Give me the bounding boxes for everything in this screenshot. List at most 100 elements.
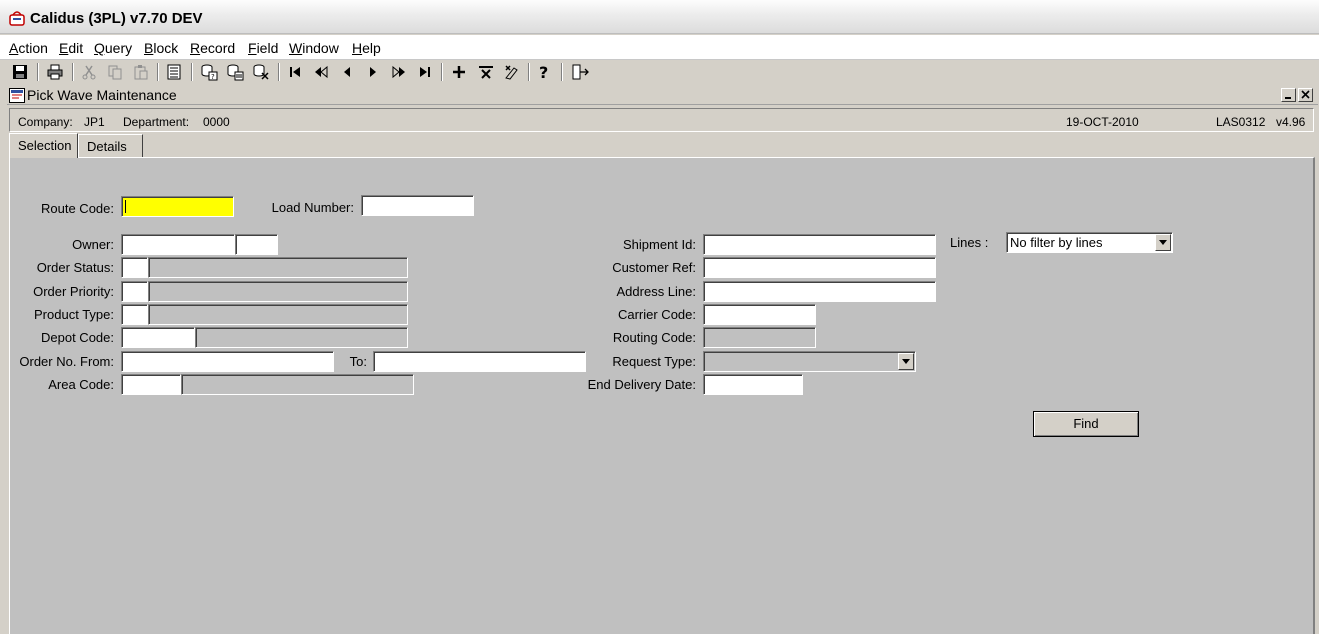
close-button[interactable]: [1298, 88, 1313, 102]
order-no-to-label: To:: [349, 354, 367, 369]
carrier-code-input[interactable]: [703, 304, 816, 325]
department-label: Department:: [123, 115, 190, 129]
svg-text:?: ?: [539, 64, 548, 80]
address-line-label: Address Line:: [616, 284, 697, 299]
menu-field[interactable]: Field: [248, 40, 278, 56]
routing-code-field: [703, 327, 816, 348]
toolbar-separator: [528, 63, 530, 81]
context-info-bar: Company: JP1 Department: 0000 19-OCT-201…: [9, 108, 1314, 132]
route-code-label: Route Code:: [41, 201, 114, 216]
cut-icon: [79, 62, 99, 82]
clear-record-icon[interactable]: [502, 62, 522, 82]
tab-selection-label: Selection: [18, 138, 72, 153]
copy-icon: [105, 62, 125, 82]
save-icon[interactable]: [10, 62, 30, 82]
product-type-description: [148, 304, 408, 325]
carrier-code-label: Carrier Code:: [617, 307, 696, 322]
svg-text:?: ?: [211, 73, 215, 81]
order-status-input[interactable]: [121, 257, 148, 278]
product-type-input[interactable]: [121, 304, 148, 325]
menu-window[interactable]: Window: [289, 40, 339, 56]
previous-set-icon[interactable]: [311, 62, 331, 82]
menu-action[interactable]: Action: [9, 40, 48, 56]
order-no-to-input[interactable]: [373, 351, 586, 372]
lines-filter-select[interactable]: No filter by lines: [1006, 232, 1173, 253]
tab-selection[interactable]: Selection: [9, 133, 78, 158]
lines-filter-dropdown-button[interactable]: [1155, 234, 1171, 251]
area-code-input[interactable]: [121, 374, 181, 395]
request-type-select[interactable]: [703, 351, 916, 372]
minimize-button[interactable]: [1281, 88, 1296, 102]
close-icon: [1301, 90, 1310, 99]
find-button[interactable]: Find: [1033, 411, 1139, 437]
tab-details[interactable]: Details: [78, 134, 143, 158]
module-code: LAS0312: [1216, 115, 1266, 129]
toolbar-separator: [441, 63, 443, 81]
area-code-description: [181, 374, 414, 395]
order-no-from-label: Order No. From:: [19, 354, 114, 369]
chevron-down-icon: [902, 359, 910, 364]
order-no-from-input[interactable]: [121, 351, 334, 372]
menu-edit[interactable]: Edit: [59, 40, 83, 56]
request-type-label: Request Type:: [612, 354, 696, 369]
menu-block[interactable]: Block: [144, 40, 178, 56]
minimize-icon: [1285, 97, 1291, 99]
next-record-icon[interactable]: [363, 62, 383, 82]
insert-record-icon[interactable]: [449, 62, 469, 82]
toolbar-separator: [157, 63, 159, 81]
owner-suffix-input[interactable]: [235, 234, 278, 255]
app-title: Calidus (3PL) v7.70 DEV: [30, 10, 203, 27]
order-status-description: [148, 257, 408, 278]
app-logo-icon: [9, 11, 25, 26]
menu-record[interactable]: Record: [190, 40, 235, 56]
menu-query[interactable]: Query: [94, 40, 132, 56]
enter-query-icon[interactable]: ?: [199, 62, 219, 82]
module-version: v4.96: [1276, 115, 1306, 129]
execute-query-icon[interactable]: [225, 62, 245, 82]
last-record-icon[interactable]: [415, 62, 435, 82]
area-code-label: Area Code:: [48, 377, 114, 392]
next-set-icon[interactable]: [389, 62, 409, 82]
end-delivery-date-label: End Delivery Date:: [587, 377, 696, 392]
previous-record-icon[interactable]: [337, 62, 357, 82]
form-window-title: Pick Wave Maintenance: [27, 87, 177, 103]
request-type-dropdown-button[interactable]: [898, 353, 914, 370]
toolbar: ? ?: [0, 60, 1319, 84]
shipment-id-input[interactable]: [703, 234, 936, 255]
route-code-input[interactable]: [121, 196, 234, 217]
toolbar-separator: [191, 63, 193, 81]
end-delivery-date-input[interactable]: [703, 374, 803, 395]
customer-ref-input[interactable]: [703, 257, 936, 278]
address-line-input[interactable]: [703, 281, 936, 302]
company-value: JP1: [84, 115, 105, 129]
order-priority-description: [148, 281, 408, 302]
load-number-input[interactable]: [361, 195, 474, 216]
paste-icon: [131, 62, 151, 82]
routing-code-label: Routing Code:: [612, 330, 696, 345]
company-label: Company:: [18, 115, 73, 129]
owner-label: Owner:: [72, 237, 114, 252]
menu-bar: Action Edit Query Block Record Field Win…: [0, 35, 1319, 60]
order-status-label: Order Status:: [36, 260, 114, 275]
first-record-icon[interactable]: [285, 62, 305, 82]
owner-input[interactable]: [121, 234, 235, 255]
chevron-down-icon: [1159, 240, 1167, 245]
menu-help[interactable]: Help: [352, 40, 381, 56]
depot-code-input[interactable]: [121, 327, 195, 348]
toolbar-separator: [72, 63, 74, 81]
selection-tab-panel: [9, 157, 1315, 634]
exit-icon[interactable]: [570, 62, 590, 82]
form-window-title-bar: Pick Wave Maintenance: [7, 86, 1318, 105]
find-button-label: Find: [1073, 416, 1099, 431]
print-icon[interactable]: [45, 62, 65, 82]
delete-record-icon[interactable]: [476, 62, 496, 82]
lines-label: Lines :: [950, 235, 989, 250]
customer-ref-label: Customer Ref:: [612, 260, 696, 275]
list-icon[interactable]: [164, 62, 184, 82]
cancel-query-icon[interactable]: [251, 62, 271, 82]
current-date: 19-OCT-2010: [1066, 115, 1139, 129]
shipment-id-label: Shipment Id:: [623, 237, 696, 252]
help-icon[interactable]: ?: [534, 62, 554, 82]
depot-code-label: Depot Code:: [41, 330, 114, 345]
order-priority-input[interactable]: [121, 281, 148, 302]
